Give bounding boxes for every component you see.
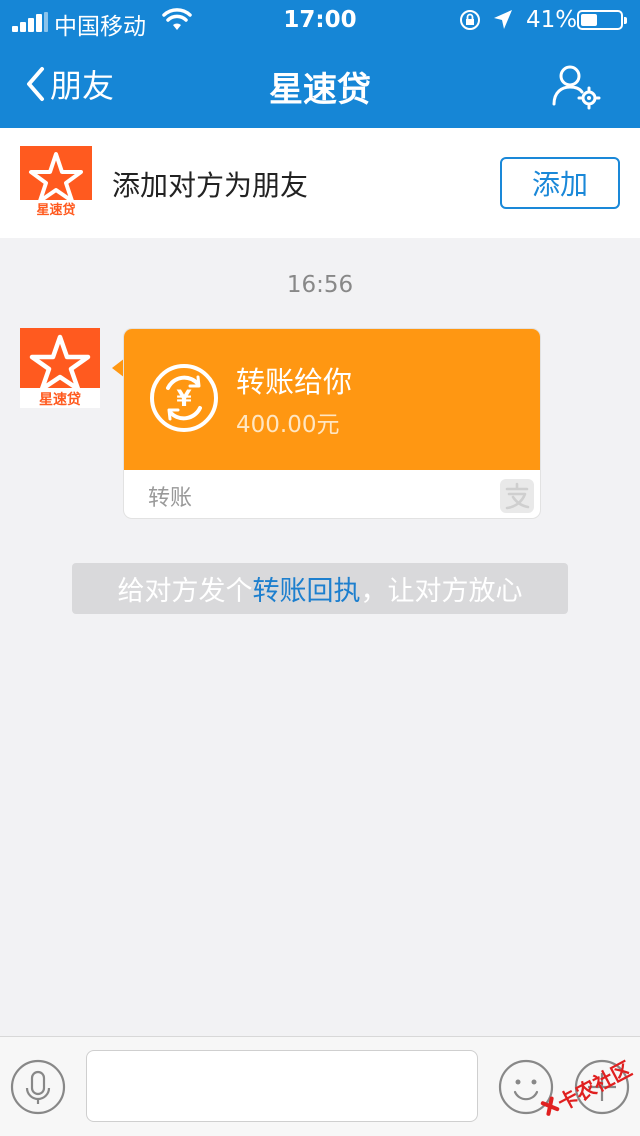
voice-input-button[interactable] bbox=[10, 1059, 66, 1115]
nav-bar: 朋友 星速贷 bbox=[0, 40, 640, 128]
receipt-prefix: 给对方发个 bbox=[117, 576, 253, 607]
transfer-title: 转账给你 bbox=[236, 365, 353, 399]
transfer-footer-label: 转账 bbox=[148, 486, 193, 511]
battery-percent: 41% bbox=[526, 7, 578, 33]
transfer-amount: 400.00元 bbox=[236, 412, 340, 438]
add-friend-button[interactable]: 添加 bbox=[500, 157, 620, 209]
app-logo: 星速贷 bbox=[20, 146, 92, 218]
app-logo-text: 星速贷 bbox=[36, 202, 75, 218]
battery-icon bbox=[577, 10, 627, 30]
transfer-receipt-link[interactable]: 转账回执 bbox=[253, 569, 361, 608]
header: 中国移动 17:00 41% 朋友 星速贷 bbox=[0, 0, 640, 128]
chat-settings-button[interactable] bbox=[550, 62, 602, 110]
orientation-lock-icon bbox=[460, 10, 480, 30]
transfer-receipt-tip: 给对方发个 转账回执 ，让对方放心 bbox=[72, 563, 568, 614]
microphone-icon bbox=[10, 1059, 66, 1115]
receipt-suffix: ，让对方放心 bbox=[360, 576, 523, 607]
yuan-symbol: ¥ bbox=[176, 387, 192, 412]
message-input[interactable] bbox=[86, 1050, 478, 1122]
add-friend-label: 添加对方为朋友 bbox=[112, 169, 309, 202]
status-bar: 中国移动 17:00 41% bbox=[0, 0, 640, 40]
alipay-icon bbox=[500, 479, 534, 513]
location-arrow-icon bbox=[494, 10, 512, 29]
transfer-yuan-icon: ¥ bbox=[150, 364, 218, 432]
person-settings-icon bbox=[552, 65, 601, 110]
sender-avatar[interactable]: 星速贷 bbox=[20, 328, 100, 408]
watermark-logo: 卡农社区 bbox=[540, 1056, 636, 1116]
chat-screen: 中国移动 17:00 41% 朋友 星速贷 星速贷 添加对方为朋友 添加 16:… bbox=[0, 0, 640, 1136]
transfer-card-header: ¥ 转账给你 400.00元 bbox=[124, 329, 540, 470]
watermark-text: 卡农社区 bbox=[554, 1056, 636, 1115]
message-timestamp: 16:56 bbox=[286, 272, 354, 298]
page-title: 星速贷 bbox=[269, 70, 371, 110]
sender-avatar-text: 星速贷 bbox=[39, 391, 81, 408]
transfer-card[interactable]: ¥ 转账给你 400.00元 转账 bbox=[124, 329, 540, 518]
add-friend-bar: 星速贷 添加对方为朋友 添加 bbox=[0, 128, 640, 238]
